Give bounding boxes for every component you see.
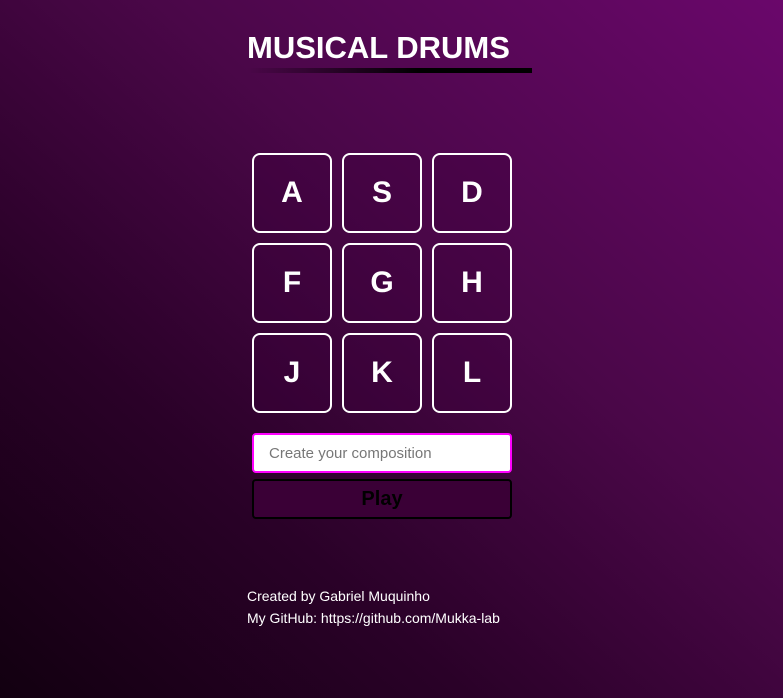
footer: Created by Gabriel Muquinho My GitHub: h…	[247, 585, 500, 629]
drum-pad-grid: A S D F G H J K L	[252, 153, 512, 413]
drum-key-a[interactable]: A	[252, 153, 332, 233]
play-button[interactable]: Play	[252, 479, 512, 519]
drum-key-g[interactable]: G	[342, 243, 422, 323]
drum-key-d[interactable]: D	[432, 153, 512, 233]
drum-key-s[interactable]: S	[342, 153, 422, 233]
title-underline	[247, 68, 532, 73]
composition-input[interactable]	[252, 433, 512, 473]
drum-key-l[interactable]: L	[432, 333, 512, 413]
drum-key-j[interactable]: J	[252, 333, 332, 413]
drum-key-h[interactable]: H	[432, 243, 512, 323]
drum-key-f[interactable]: F	[252, 243, 332, 323]
page-title: MUSICAL DRUMS	[247, 30, 510, 65]
created-by-text: Created by Gabriel Muquinho	[247, 588, 430, 604]
drum-key-k[interactable]: K	[342, 333, 422, 413]
github-link[interactable]: My GitHub: https://github.com/Mukka-lab	[247, 607, 500, 629]
